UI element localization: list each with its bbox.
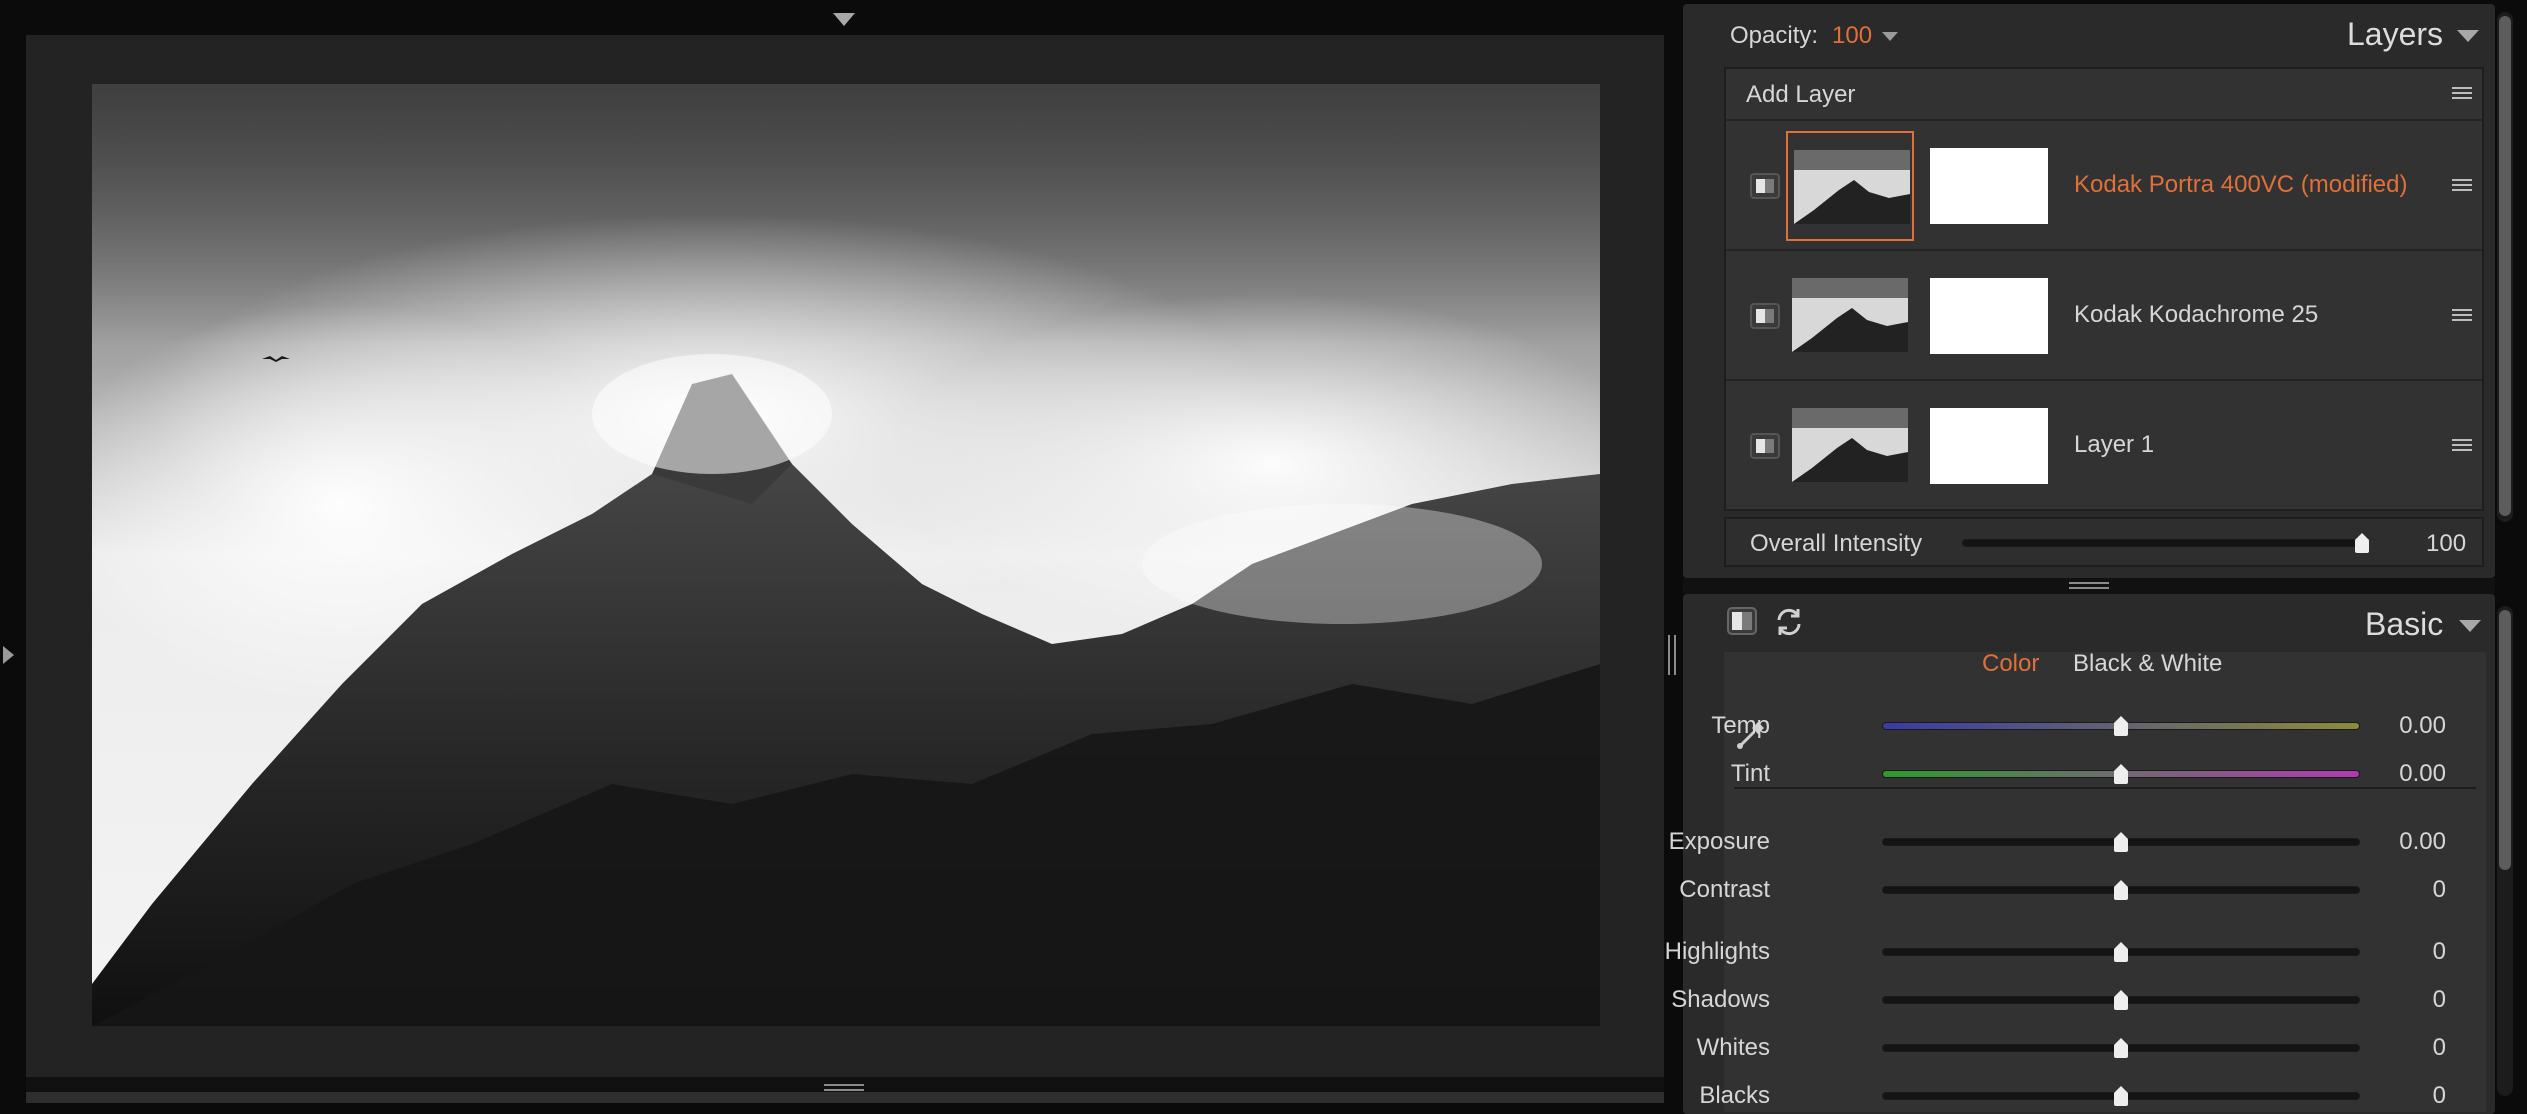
hamburger-icon[interactable] bbox=[2452, 439, 2472, 455]
hamburger-icon[interactable] bbox=[2452, 309, 2472, 325]
layer-mask-thumbnail[interactable] bbox=[1930, 278, 2048, 354]
mode-black-white-tab[interactable]: Black & White bbox=[2073, 650, 2222, 678]
layers-scrollbar[interactable] bbox=[2497, 12, 2513, 522]
layer-name[interactable]: Kodak Portra 400VC (modified) bbox=[2074, 171, 2408, 199]
layer-visibility-icon[interactable] bbox=[1750, 303, 1780, 329]
overall-intensity-slider[interactable] bbox=[1962, 539, 2362, 547]
basic-panel-title: Basic bbox=[2365, 606, 2444, 642]
adjustment-value[interactable]: 0 bbox=[2356, 1034, 2446, 1062]
adjustment-slider-thumb[interactable] bbox=[2114, 764, 2128, 784]
adjustment-label: Shadows bbox=[1671, 986, 1770, 1013]
layers-list: Add Layer Kodak Portra 400VC (modified) … bbox=[1724, 67, 2484, 511]
adjustment-label: Tint bbox=[1730, 760, 1770, 787]
filmstrip-grip-icon[interactable] bbox=[824, 1080, 864, 1091]
layer-thumbnail[interactable] bbox=[1786, 131, 1914, 241]
hamburger-icon[interactable] bbox=[2452, 87, 2472, 103]
layer-row[interactable]: Kodak Portra 400VC (modified) bbox=[1726, 119, 2482, 249]
filmstrip-strip[interactable] bbox=[26, 1092, 1664, 1103]
chevron-down-icon[interactable] bbox=[2456, 28, 2480, 44]
adjustment-slider-thumb[interactable] bbox=[2114, 1086, 2128, 1106]
layer-thumbnail[interactable] bbox=[1786, 261, 1914, 371]
hamburger-icon[interactable] bbox=[2452, 179, 2472, 195]
split-square-icon[interactable] bbox=[1727, 607, 1757, 635]
layer-mask-thumbnail[interactable] bbox=[1930, 148, 2048, 224]
adjustment-label: Exposure bbox=[1668, 828, 1770, 855]
add-layer-button[interactable]: Add Layer bbox=[1746, 81, 1855, 109]
mode-color-tab[interactable]: Color bbox=[1982, 650, 2039, 678]
overall-intensity-value[interactable]: 100 bbox=[2426, 530, 2466, 558]
layers-scrollbar-thumb[interactable] bbox=[2499, 16, 2511, 516]
layer-name[interactable]: Layer 1 bbox=[2074, 431, 2154, 459]
chevron-down-icon[interactable] bbox=[2458, 618, 2482, 634]
add-layer-row[interactable]: Add Layer bbox=[1726, 69, 2482, 119]
layer-thumbnail[interactable] bbox=[1786, 391, 1914, 501]
layer-visibility-icon[interactable] bbox=[1750, 173, 1780, 199]
panel-resize-grip-icon[interactable] bbox=[1665, 630, 1679, 680]
adjustment-value[interactable]: 0 bbox=[2356, 986, 2446, 1014]
adjustment-value[interactable]: 0.00 bbox=[2356, 712, 2446, 740]
adjustment-value[interactable]: 0.00 bbox=[2356, 760, 2446, 788]
adjustment-value[interactable]: 0.00 bbox=[2356, 828, 2446, 856]
adjustment-slider-thumb[interactable] bbox=[2114, 1038, 2128, 1058]
left-panel-toggle-icon[interactable] bbox=[0, 640, 16, 670]
adjustment-value[interactable]: 0 bbox=[2356, 876, 2446, 904]
overall-intensity-label: Overall Intensity bbox=[1750, 530, 1923, 557]
adjustment-label: Contrast bbox=[1679, 876, 1770, 903]
layer-row[interactable]: Layer 1 bbox=[1726, 379, 2482, 509]
layer-mask-thumbnail[interactable] bbox=[1930, 408, 2048, 484]
adjustment-slider-thumb[interactable] bbox=[2114, 880, 2128, 900]
layer-name[interactable]: Kodak Kodachrome 25 bbox=[2074, 301, 2318, 329]
overall-intensity-slider-thumb[interactable] bbox=[2355, 533, 2369, 553]
overall-intensity-control: Overall Intensity 100 bbox=[1724, 517, 2484, 567]
adjustment-value[interactable]: 0 bbox=[2356, 1082, 2446, 1110]
layers-panel-title: Layers bbox=[2347, 16, 2444, 52]
basic-scrollbar[interactable] bbox=[2497, 606, 2513, 1096]
opacity-value[interactable]: 100 bbox=[1832, 22, 1872, 50]
layer-visibility-icon[interactable] bbox=[1750, 433, 1780, 459]
adjustment-label: Highlights bbox=[1664, 938, 1770, 965]
panel-divider[interactable] bbox=[1683, 578, 2495, 594]
adjustment-slider-thumb[interactable] bbox=[2114, 832, 2128, 852]
refresh-icon[interactable] bbox=[1773, 606, 1805, 638]
caret-down-icon[interactable] bbox=[1880, 30, 1900, 44]
layer-row[interactable]: Kodak Kodachrome 25 bbox=[1726, 249, 2482, 379]
adjustment-label: Blacks bbox=[1699, 1082, 1770, 1109]
adjustment-value[interactable]: 0 bbox=[2356, 938, 2446, 966]
basic-scrollbar-thumb[interactable] bbox=[2499, 610, 2511, 870]
adjustment-slider-thumb[interactable] bbox=[2114, 942, 2128, 962]
adjustment-slider-thumb[interactable] bbox=[2114, 990, 2128, 1010]
opacity-label: Opacity: bbox=[1730, 22, 1819, 49]
photo-preview[interactable] bbox=[92, 84, 1600, 1026]
adjustment-label: Whites bbox=[1696, 1034, 1770, 1061]
adjustment-label: Temp bbox=[1711, 712, 1770, 739]
adjustment-slider-thumb[interactable] bbox=[2114, 716, 2128, 736]
top-panel-toggle-icon[interactable] bbox=[830, 10, 858, 30]
